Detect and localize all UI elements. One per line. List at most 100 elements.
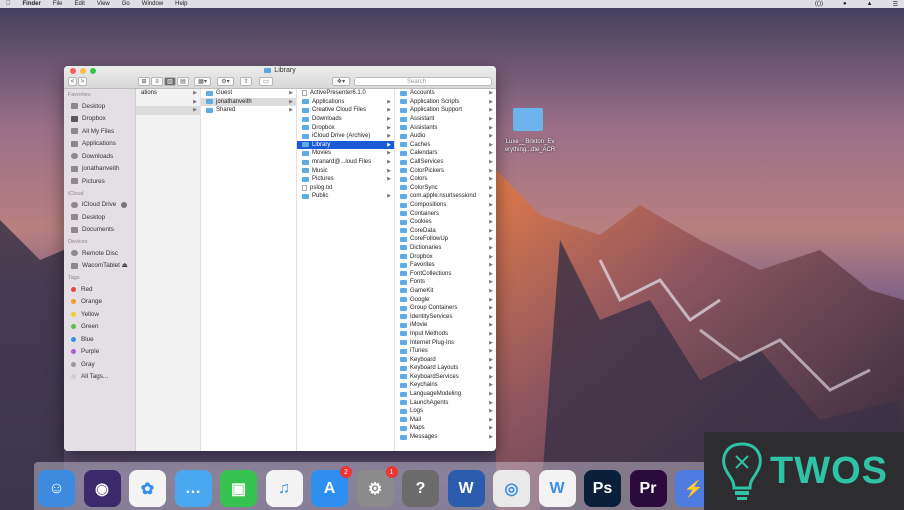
list-item[interactable]: Favorites ▶ <box>395 261 496 270</box>
list-item[interactable]: FontCollections ▶ <box>395 269 496 278</box>
list-item[interactable]: Library ▶ <box>297 140 394 150</box>
list-item[interactable]: com.apple.nsurlsessiond ▶ <box>395 192 496 201</box>
list-item[interactable]: Music ▶ <box>297 166 394 175</box>
list-item[interactable]: ▶ <box>136 98 200 107</box>
list-item[interactable]: Internet Plug-Ins ▶ <box>395 338 496 347</box>
finder-app-icon[interactable]: ☺ <box>38 470 75 507</box>
sidebar-item-wacom[interactable]: WacomTablet ⏏ <box>64 260 135 273</box>
list-item[interactable]: Guest ▶ <box>201 89 296 98</box>
sidebar-item-remote-disc[interactable]: Remote Disc <box>64 247 135 260</box>
wunderlist-app-icon[interactable]: W <box>538 470 576 507</box>
back-button[interactable]: < <box>68 77 77 86</box>
photos-app-icon[interactable]: ✿ <box>129 470 166 507</box>
sidebar-item-documents[interactable]: Documents <box>64 224 135 237</box>
sidebar-item-all-my-files[interactable]: All My Files <box>64 125 135 138</box>
sidebar-item-icloud-desktop[interactable]: Desktop <box>64 211 135 224</box>
share-button[interactable]: ⇧ <box>240 77 252 86</box>
photoshop-app-icon[interactable]: Ps <box>584 470 621 507</box>
sidebar-item-tag[interactable]: Purple <box>64 346 135 359</box>
word-app-icon[interactable]: W <box>447 470 485 507</box>
list-item[interactable]: Accounts ▶ <box>395 89 496 98</box>
arrange-button[interactable]: ▦▾ <box>194 77 211 86</box>
sidebar-item-tag[interactable]: Yellow <box>64 308 135 321</box>
menu-edit[interactable]: Edit <box>75 1 85 7</box>
sidebar-item-downloads[interactable]: Downloads <box>64 150 135 163</box>
list-item[interactable]: GameKit ▶ <box>395 287 496 296</box>
list-item[interactable]: iMovie ▶ <box>395 321 496 330</box>
list-item[interactable]: Maps ▶ <box>395 424 496 433</box>
siri-app-icon[interactable]: ◉ <box>83 470 121 507</box>
sidebar-item-pictures[interactable]: Pictures <box>64 175 135 188</box>
list-item[interactable]: Fonts ▶ <box>395 278 496 287</box>
list-item[interactable]: Calendars ▶ <box>395 149 496 158</box>
list-item[interactable]: Applications ▶ <box>297 98 394 107</box>
list-item[interactable]: Keychains ▶ <box>395 381 496 390</box>
list-item[interactable]: Caches ▶ <box>395 141 496 150</box>
app-store-app-icon[interactable]: A2 <box>311 466 352 507</box>
sidebar-item-tag[interactable]: Red <box>64 283 135 296</box>
forward-button[interactable]: > <box>78 77 87 86</box>
list-item[interactable]: Logs ▶ <box>395 407 496 416</box>
list-item[interactable]: IdentityServices ▶ <box>395 312 496 321</box>
list-item[interactable]: Public ▶ <box>297 192 394 201</box>
messages-app-icon[interactable]: … <box>174 470 212 507</box>
sidebar-item-tag[interactable]: Blue <box>64 333 135 346</box>
system-preferences-app-icon[interactable]: ⚙ 1 <box>356 466 398 507</box>
list-item[interactable]: CallServices ▶ <box>395 158 496 167</box>
facetime-app-icon[interactable]: ▣ <box>220 470 257 507</box>
desktop-folder-icon[interactable] <box>513 108 543 131</box>
premiere-app-icon[interactable]: Pr <box>629 470 667 507</box>
list-item[interactable]: Assistant ▶ <box>395 115 496 124</box>
list-item[interactable]: Movies ▶ <box>297 149 394 158</box>
list-item[interactable]: ActivePresenter6.1.0 <box>297 89 394 98</box>
list-item[interactable]: Input Methods ▶ <box>395 330 496 339</box>
icon-view-button[interactable]: ⊞ <box>138 77 150 86</box>
menu-view[interactable]: View <box>97 1 110 7</box>
list-item[interactable]: KeyboardServices ▶ <box>395 373 496 382</box>
list-item[interactable]: Keyboard ▶ <box>395 355 496 364</box>
list-item[interactable]: Application Scripts ▶ <box>395 98 496 107</box>
list-item[interactable]: iTunes ▶ <box>395 347 496 356</box>
sidebar-item-tag[interactable]: Orange <box>64 296 135 309</box>
list-item[interactable]: iCloud Drive (Archive) ▶ <box>297 132 394 141</box>
list-item[interactable]: LanguageModeling ▶ <box>395 390 496 399</box>
sidebar-item-icloud-drive[interactable]: iCloud Drive <box>64 199 135 212</box>
list-item[interactable]: Dropbox ▶ <box>395 252 496 261</box>
help-app-icon[interactable]: ? <box>402 470 439 507</box>
sidebar-item-desktop[interactable]: Desktop <box>64 100 135 113</box>
list-item[interactable]: Shared ▶ <box>201 106 296 115</box>
list-item[interactable]: Containers ▶ <box>395 209 496 218</box>
list-item[interactable]: Dropbox ▶ <box>297 123 394 132</box>
list-item[interactable]: CoreData ▶ <box>395 227 496 236</box>
wifi-icon[interactable]: (()) <box>815 1 823 8</box>
list-item[interactable]: Downloads ▶ <box>297 115 394 124</box>
list-view-button[interactable]: ≡ <box>151 77 163 86</box>
list-item[interactable]: mranard@...loud Files ▶ <box>297 158 394 167</box>
list-item[interactable]: Assistants ▶ <box>395 123 496 132</box>
menu-window[interactable]: Window <box>142 1 163 7</box>
sidebar-item-dropbox[interactable]: Dropbox <box>64 113 135 126</box>
list-item[interactable]: Google ▶ <box>395 295 496 304</box>
apple-icon[interactable]:  <box>6 1 11 7</box>
list-item[interactable]: Dictionaries ▶ <box>395 244 496 253</box>
menu-finder[interactable]: Finder <box>23 1 41 7</box>
list-item[interactable]: Pictures ▶ <box>297 175 394 184</box>
tags-button[interactable]: ▭ <box>259 77 273 86</box>
list-item[interactable]: Audio ▶ <box>395 132 496 141</box>
sidebar-item-home[interactable]: jonathanveith <box>64 163 135 176</box>
menu-go[interactable]: Go <box>122 1 130 7</box>
list-item[interactable]: ColorSync ▶ <box>395 184 496 193</box>
list-item[interactable]: Messages ▶ <box>395 433 496 442</box>
list-item[interactable]: Mail ▶ <box>395 416 496 425</box>
menu-file[interactable]: File <box>53 1 63 7</box>
sidebar-item-tag[interactable]: Green <box>64 321 135 334</box>
list-item[interactable]: Application Support ▶ <box>395 106 496 115</box>
list-item[interactable]: LaunchAgents ▶ <box>395 398 496 407</box>
list-item[interactable]: CoreFollowUp ▶ <box>395 235 496 244</box>
list-item[interactable]: Compositions ▶ <box>395 201 496 210</box>
search-input[interactable]: Search <box>354 77 492 86</box>
list-item[interactable]: ColorPickers ▶ <box>395 166 496 175</box>
list-item[interactable]: Keyboard Layouts ▶ <box>395 364 496 373</box>
column-view-button[interactable]: ▥ <box>164 77 176 86</box>
sidebar-item-applications[interactable]: Applications <box>64 138 135 151</box>
